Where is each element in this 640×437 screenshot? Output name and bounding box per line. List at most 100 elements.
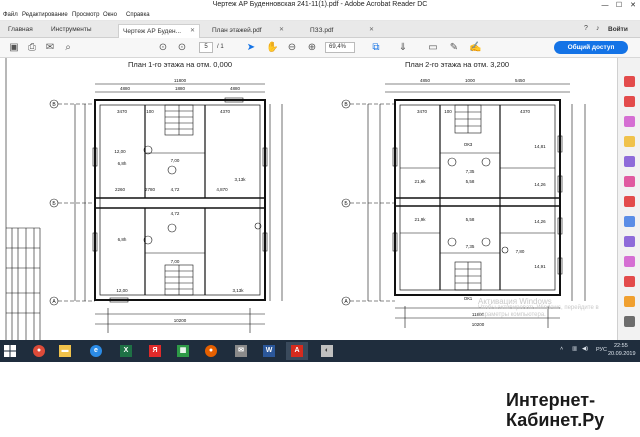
maximize-button[interactable]: ☐: [612, 0, 626, 11]
close-button[interactable]: ✕: [626, 0, 640, 11]
room-label: 4,72: [171, 211, 180, 216]
combine-files-icon[interactable]: [624, 156, 635, 167]
fit-page-icon[interactable]: ⧉: [370, 42, 382, 54]
menu-help[interactable]: Справка: [126, 12, 150, 18]
protect-icon[interactable]: [624, 216, 635, 227]
sign-icon[interactable]: ✍: [469, 42, 481, 54]
tray-up-arrow-icon[interactable]: ˄: [560, 346, 563, 352]
dimension-label: 100: [444, 109, 452, 114]
yandex-icon[interactable]: Я: [144, 342, 166, 360]
clock-date[interactable]: 20.09.2019: [608, 351, 636, 357]
dimension-label: 4880: [120, 86, 131, 91]
pen-icon[interactable]: ✎: [448, 42, 460, 54]
excel-icon[interactable]: X: [115, 342, 137, 360]
menu-window[interactable]: Окно: [103, 12, 117, 18]
room-label: 7,35: [466, 169, 475, 174]
minimize-button[interactable]: —: [598, 0, 612, 11]
firefox-icon[interactable]: ●: [200, 342, 222, 360]
tab-close-icon[interactable]: ✕: [369, 24, 374, 37]
comment-icon[interactable]: [624, 136, 635, 147]
save-icon[interactable]: ▣: [8, 42, 20, 54]
axis-label: Б: [344, 201, 348, 207]
scroll-mode-icon[interactable]: ⇓: [397, 42, 409, 54]
tab-close-icon[interactable]: ✕: [190, 25, 195, 38]
help-icon[interactable]: ?: [584, 25, 588, 32]
page-down-icon[interactable]: ⊙: [176, 42, 188, 54]
zoom-out-icon[interactable]: ⊖: [286, 42, 298, 54]
room-label: 14,81: [534, 144, 546, 149]
fill-sign-icon[interactable]: [624, 236, 635, 247]
acrobat-icon[interactable]: A: [286, 342, 308, 360]
room-label: 12,00: [116, 288, 128, 293]
zoom-level-select[interactable]: 69,4%: [325, 42, 355, 53]
tab-document-label: План этажей.pdf: [212, 27, 262, 34]
paint-icon[interactable]: ◐: [316, 342, 338, 360]
export-pdf-icon[interactable]: [624, 76, 635, 87]
room-label: 21,9k: [414, 179, 426, 184]
tab-document[interactable]: ПЗЗ.pdf ✕: [306, 24, 378, 38]
axis-label: А: [52, 299, 56, 305]
mail-app-icon[interactable]: ✉: [230, 342, 252, 360]
room-label: 2260: [115, 187, 126, 192]
tab-home[interactable]: Главная: [8, 26, 33, 33]
room-label: 14,91: [534, 264, 546, 269]
comment-icon[interactable]: ▭: [427, 42, 439, 54]
hand-icon[interactable]: ✋: [266, 42, 278, 54]
dimension-label: 1000: [465, 78, 476, 83]
search-icon[interactable]: ⌕: [62, 42, 74, 54]
word-icon[interactable]: W: [258, 342, 280, 360]
dimension-label: 4370: [220, 109, 231, 114]
folder-icon[interactable]: ▬: [54, 342, 76, 360]
site-watermark-line: Кабинет.Ру: [506, 410, 605, 430]
bell-icon[interactable]: ♪: [596, 25, 600, 32]
axis-label: B: [52, 102, 56, 108]
dimension-label: 4850: [420, 78, 431, 83]
create-pdf-icon[interactable]: [624, 96, 635, 107]
tab-document-active[interactable]: Чертеж АР Буден... ✕: [118, 24, 200, 38]
tab-document[interactable]: План этажей.pdf ✕: [208, 24, 288, 38]
tab-tools[interactable]: Инструменты: [51, 26, 92, 33]
spreadsheet-icon[interactable]: ▦: [172, 342, 194, 360]
settings-icon[interactable]: [624, 316, 635, 327]
windows-start-icon[interactable]: [4, 345, 16, 357]
zoom-in-icon[interactable]: ⊕: [306, 42, 318, 54]
tab-close-icon[interactable]: ✕: [279, 24, 284, 37]
tab-document-label: Чертеж АР Буден...: [123, 28, 182, 35]
stamp-icon[interactable]: [624, 296, 635, 307]
chrome-icon[interactable]: ●: [28, 342, 50, 360]
clock-time[interactable]: 22:55: [614, 343, 628, 349]
menu-edit[interactable]: Редактирование: [22, 12, 68, 18]
dimension-label: 3470: [117, 109, 128, 114]
tab-bar: Главная Инструменты Чертеж АР Буден... ✕…: [0, 21, 640, 38]
signin-button[interactable]: Войти: [608, 26, 628, 33]
room-label: 6,8h: [118, 161, 127, 166]
window-titlebar: Чертеж АР Буденновская 241-11(1).pdf - A…: [0, 0, 640, 11]
ie-icon[interactable]: e: [85, 342, 107, 360]
network-icon[interactable]: ▥: [572, 346, 577, 352]
room-label: 12,00: [114, 149, 126, 154]
edit-pdf-icon[interactable]: [624, 116, 635, 127]
dimension-label: 10200: [472, 322, 485, 327]
page-up-icon[interactable]: ⊙: [157, 42, 169, 54]
mail-icon[interactable]: ✉: [44, 42, 56, 54]
toolbar: ▣ ⎙ ✉ ⌕ ⊙ ⊙ 5 / 1 ➤ ✋ ⊖ ⊕ 69,4% ⧉ ⇓ ▭ ✎ …: [0, 38, 640, 58]
redact-icon[interactable]: [624, 196, 635, 207]
watermark-line: Чтобы активировать Windows, перейдите в: [478, 305, 599, 311]
language-indicator[interactable]: РУС: [596, 347, 607, 353]
tools-more-icon[interactable]: [624, 276, 635, 287]
share-button[interactable]: Общий доступ: [554, 41, 628, 54]
print-icon[interactable]: ⎙: [26, 42, 38, 54]
send-sign-icon[interactable]: [624, 256, 635, 267]
organize-pages-icon[interactable]: [624, 176, 635, 187]
volume-icon[interactable]: ◀): [582, 346, 588, 352]
room-label: 5,58: [466, 217, 475, 222]
page-number-input[interactable]: 5: [199, 42, 213, 53]
menu-view[interactable]: Просмотр: [72, 12, 99, 18]
select-cursor-icon[interactable]: ➤: [245, 42, 257, 54]
room-label: 4,72: [171, 187, 180, 192]
page-total: / 1: [217, 44, 224, 50]
dimension-label: 1880: [175, 86, 186, 91]
dimension-label: 10200: [174, 318, 187, 323]
menu-file[interactable]: Файл: [3, 12, 18, 18]
axis-label: А: [344, 299, 348, 305]
